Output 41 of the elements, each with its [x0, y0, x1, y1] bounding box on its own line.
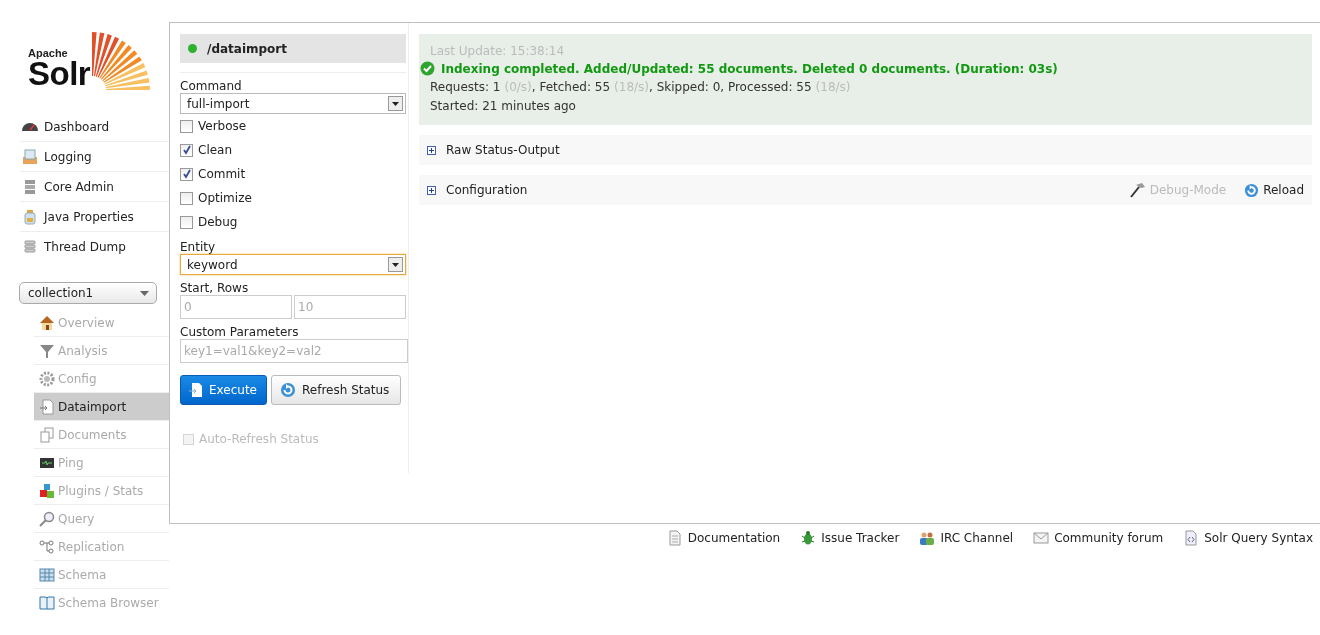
entity-select[interactable]: keyword — [180, 254, 406, 275]
refresh-status-button[interactable]: Refresh Status — [271, 375, 401, 405]
footer-link[interactable]: Community forum — [1033, 530, 1164, 546]
nav-item[interactable]: Logging — [20, 142, 169, 172]
footer-link[interactable]: Issue Tracker — [800, 530, 900, 546]
core-selector[interactable]: collection1 — [19, 282, 157, 304]
footer-link[interactable]: Solr Query Syntax — [1183, 530, 1313, 546]
execute-button[interactable]: Execute — [180, 375, 267, 405]
custom-parameters-field[interactable]: key1=val1&key2=val2 — [180, 339, 408, 363]
nav-item[interactable]: Java Properties — [20, 202, 169, 232]
entity-label: Entity — [180, 240, 217, 254]
custom-parameters-label: Custom Parameters — [180, 325, 300, 339]
start-rows-label: Start, Rows — [180, 281, 250, 295]
nav-item[interactable]: Core Admin — [20, 172, 169, 202]
handler-name: /dataimport — [207, 41, 287, 56]
checkbox-label: Debug — [198, 215, 238, 229]
command-label: Command — [180, 79, 243, 93]
checkbox-label: Clean — [198, 143, 233, 157]
stat-count: , Skipped: 0, Processed: 55 — [649, 80, 812, 94]
footer-link[interactable]: IRC Channel — [919, 530, 1014, 546]
nav-item[interactable]: Dashboard — [20, 112, 169, 142]
reload-link[interactable]: Reload — [1244, 182, 1304, 198]
stat-count: , Fetched: 55 — [531, 80, 611, 94]
checkbox-label: Commit — [198, 167, 246, 181]
core-menu-item[interactable]: Dataimport — [34, 393, 169, 421]
checkbox-label: Verbose — [198, 119, 247, 133]
command-select[interactable]: full-import — [180, 93, 406, 114]
rows-field[interactable]: 10 — [294, 295, 406, 319]
logo-vendor: Apache — [28, 47, 68, 59]
logo-product: Solr — [28, 59, 91, 89]
collapsible-section[interactable]: Raw Status-Output — [419, 135, 1312, 165]
stat-count: Requests: 1 — [430, 80, 501, 94]
started-time: Started: 21 minutes ago — [430, 98, 577, 114]
checkbox-label: Auto-Refresh Status — [199, 432, 319, 446]
start-field[interactable]: 0 — [180, 295, 292, 319]
checkbox-label: Optimize — [198, 191, 252, 205]
footer-link[interactable]: Documentation — [666, 530, 781, 546]
section-title: Configuration — [446, 183, 528, 197]
nav-item[interactable]: Thread Dump — [20, 232, 169, 261]
status-message: Indexing completed. Added/Updated: 55 documents. Deleted 0 documents. (Duration: 03s) — [441, 61, 1058, 76]
section-title: Raw Status-Output — [446, 143, 560, 157]
